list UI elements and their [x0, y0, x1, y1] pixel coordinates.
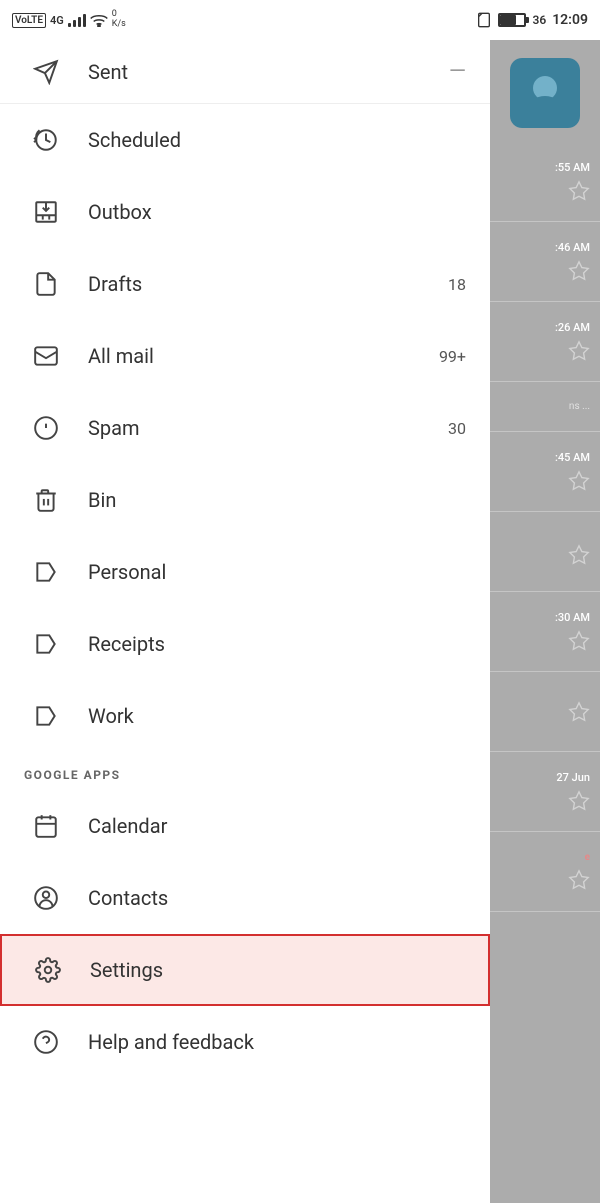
- wifi-icon: [90, 13, 108, 27]
- email-item-9: 27 Jun: [490, 752, 600, 832]
- bin-icon: [24, 487, 68, 513]
- outbox-icon: [24, 199, 68, 225]
- email-item-7: :30 AM: [490, 592, 600, 672]
- email-time-9: 27 Jun: [556, 771, 590, 784]
- battery-level: 36: [532, 13, 546, 27]
- help-label: Help and feedback: [88, 1030, 466, 1054]
- star-icon-1: [568, 180, 590, 202]
- menu-item-allmail[interactable]: All mail 99+: [0, 320, 490, 392]
- google-apps-header: GOOGLE APPS: [0, 752, 490, 790]
- contacts-label: Contacts: [88, 886, 466, 910]
- send-icon: [24, 59, 68, 85]
- spam-badge: 30: [448, 419, 466, 438]
- network-speed: 0 K/s: [112, 10, 126, 30]
- drafts-icon: [24, 271, 68, 297]
- sent-dash: —: [449, 59, 466, 84]
- email-item-5: :45 AM: [490, 432, 600, 512]
- work-label-icon: [24, 703, 68, 729]
- allmail-label: All mail: [88, 344, 439, 368]
- star-icon-7: [568, 630, 590, 652]
- menu-item-settings[interactable]: Settings: [0, 934, 490, 1006]
- allmail-badge: 99+: [439, 347, 466, 366]
- clock: 12:09: [552, 12, 588, 28]
- star-icon-8: [568, 701, 590, 723]
- help-icon: [24, 1029, 68, 1055]
- main-container: Sent — Scheduled: [0, 40, 600, 1203]
- email-item-10: e: [490, 832, 600, 912]
- menu-item-calendar[interactable]: Calendar: [0, 790, 490, 862]
- menu-item-spam[interactable]: Spam 30: [0, 392, 490, 464]
- battery-icon: [498, 13, 526, 27]
- sim-icon: [476, 12, 492, 28]
- menu-item-outbox[interactable]: Outbox: [0, 176, 490, 248]
- star-icon-6: [568, 544, 590, 566]
- personal-label: Personal: [88, 560, 466, 584]
- scheduled-label: Scheduled: [88, 128, 466, 152]
- email-item-4: ns ...: [490, 382, 600, 432]
- status-bar: VoLTE 4G 0 K/s 36 12:09: [0, 0, 600, 40]
- avatar-container: [490, 40, 600, 142]
- menu-item-scheduled[interactable]: Scheduled: [0, 104, 490, 176]
- star-icon-9: [568, 790, 590, 812]
- star-icon-5: [568, 470, 590, 492]
- outbox-label: Outbox: [88, 200, 466, 224]
- email-panel: :55 AM :46 AM :26 AM ns ... :45 AM: [490, 40, 600, 1203]
- drafts-label: Drafts: [88, 272, 448, 296]
- status-bar-left: VoLTE 4G 0 K/s: [12, 10, 126, 30]
- menu-item-drafts[interactable]: Drafts 18: [0, 248, 490, 320]
- star-icon-2: [568, 260, 590, 282]
- receipts-label-icon: [24, 631, 68, 657]
- email-time-1: :55 AM: [555, 161, 590, 174]
- volte-indicator: VoLTE: [12, 13, 46, 28]
- signal-bars: [68, 13, 86, 27]
- signal-4g: 4G: [50, 14, 64, 27]
- menu-item-personal[interactable]: Personal: [0, 536, 490, 608]
- email-item-3: :26 AM: [490, 302, 600, 382]
- calendar-label: Calendar: [88, 814, 466, 838]
- calendar-icon: [24, 813, 68, 839]
- settings-icon: [26, 957, 70, 983]
- bin-label: Bin: [88, 488, 466, 512]
- menu-item-contacts[interactable]: Contacts: [0, 862, 490, 934]
- sent-label: Sent: [88, 60, 449, 84]
- menu-item-sent[interactable]: Sent —: [0, 40, 490, 104]
- email-time-2: :46 AM: [555, 241, 590, 254]
- star-icon-10: [568, 869, 590, 891]
- menu-item-work[interactable]: Work: [0, 680, 490, 752]
- drawer: Sent — Scheduled: [0, 40, 490, 1203]
- email-highlight-10: e: [585, 852, 590, 863]
- email-item-1: :55 AM: [490, 142, 600, 222]
- email-snippet-4: ns ...: [569, 401, 590, 412]
- menu-item-bin[interactable]: Bin: [0, 464, 490, 536]
- spam-icon: [24, 415, 68, 441]
- personal-label-icon: [24, 559, 68, 585]
- email-time-3: :26 AM: [555, 321, 590, 334]
- star-icon-3: [568, 340, 590, 362]
- email-item-6: [490, 512, 600, 592]
- status-bar-right: 36 12:09: [476, 12, 588, 28]
- scheduled-icon: [24, 127, 68, 153]
- contacts-icon: [24, 885, 68, 911]
- menu-item-help[interactable]: Help and feedback: [0, 1006, 490, 1078]
- email-item-2: :46 AM: [490, 222, 600, 302]
- work-label: Work: [88, 704, 466, 728]
- drafts-badge: 18: [448, 275, 466, 294]
- spam-label: Spam: [88, 416, 448, 440]
- menu-item-receipts[interactable]: Receipts: [0, 608, 490, 680]
- receipts-label: Receipts: [88, 632, 466, 656]
- avatar: [510, 58, 580, 128]
- email-item-8: [490, 672, 600, 752]
- email-time-5: :45 AM: [555, 451, 590, 464]
- email-time-7: :30 AM: [555, 611, 590, 624]
- avatar-image: [520, 68, 570, 118]
- allmail-icon: [24, 343, 68, 369]
- settings-label: Settings: [90, 958, 464, 982]
